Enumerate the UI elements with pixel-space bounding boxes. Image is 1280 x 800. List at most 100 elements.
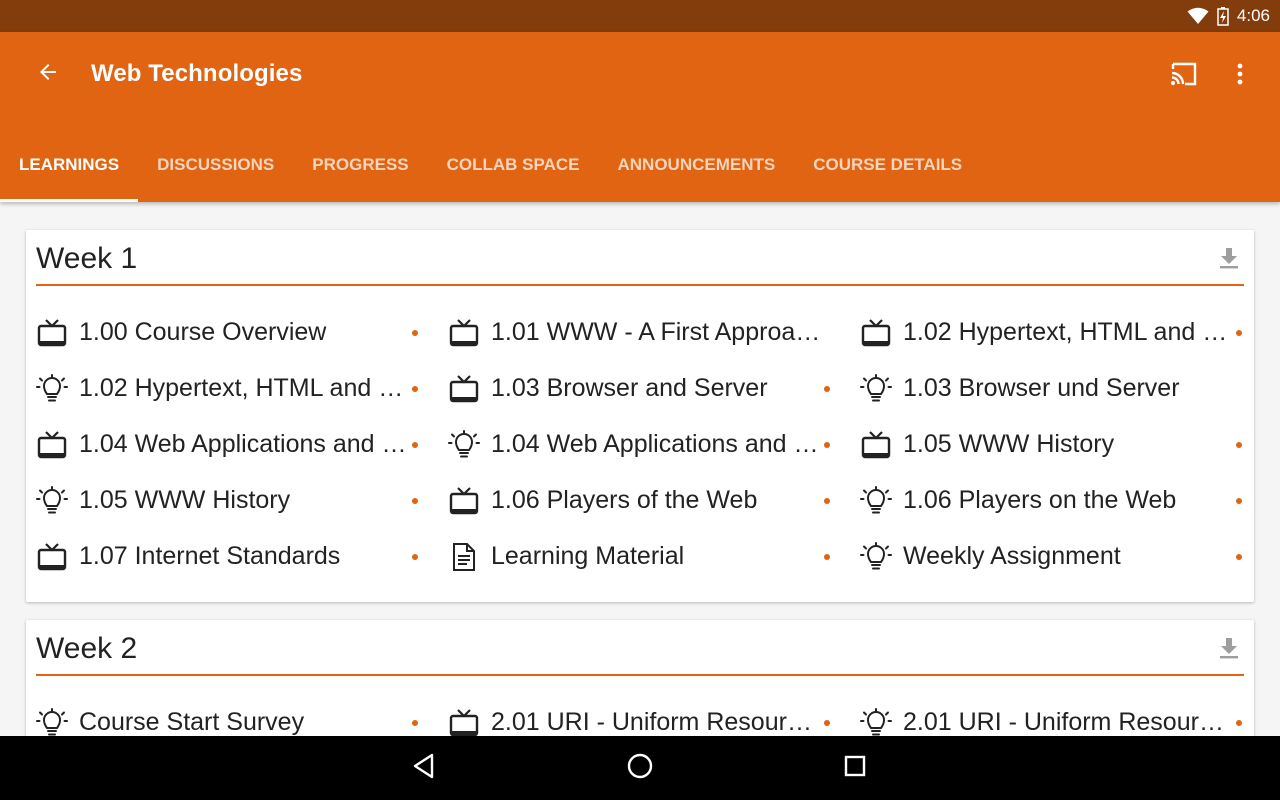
learning-item[interactable]: 1.05 WWW History bbox=[860, 416, 1252, 472]
week-card: Week 2 Course Start Survey 2.01 URI - Uni… bbox=[26, 620, 1254, 736]
unvisited-dot-icon bbox=[412, 330, 418, 336]
status-bar: 4:06 bbox=[0, 0, 1280, 32]
cast-icon bbox=[1169, 61, 1199, 92]
video-icon bbox=[448, 486, 480, 516]
lightbulb-icon bbox=[36, 708, 68, 736]
unvisited-dot-icon bbox=[824, 554, 830, 560]
unvisited-dot-icon bbox=[1236, 554, 1242, 560]
learning-item[interactable]: 1.03 Browser und Server bbox=[860, 360, 1252, 416]
tab-learnings[interactable]: LEARNINGS bbox=[0, 128, 139, 202]
learning-item-label: Weekly Assignment bbox=[903, 542, 1121, 570]
learning-item[interactable]: 1.06 Players on the Web bbox=[860, 472, 1252, 528]
learning-item-label: 1.03 Browser and Server bbox=[491, 374, 768, 402]
tab-progress[interactable]: PROGRESS bbox=[293, 128, 427, 202]
learning-item-label: 2.01 URI - Uniform Resource Identifier bbox=[491, 708, 821, 736]
learning-item[interactable]: 1.05 WWW History bbox=[36, 472, 428, 528]
learning-item[interactable]: Learning Material bbox=[448, 528, 840, 584]
unvisited-dot-icon bbox=[412, 554, 418, 560]
unvisited-dot-icon bbox=[412, 386, 418, 392]
battery-icon bbox=[1217, 6, 1229, 26]
back-button[interactable] bbox=[28, 54, 68, 94]
lightbulb-icon bbox=[860, 708, 892, 736]
unvisited-dot-icon bbox=[412, 720, 418, 726]
learning-item[interactable]: 1.01 WWW - A First Approach bbox=[448, 304, 840, 360]
nav-back-button[interactable] bbox=[404, 748, 444, 788]
learning-item-label: Learning Material bbox=[491, 542, 685, 570]
learning-item[interactable]: 1.04 Web Applications and Services bbox=[448, 416, 840, 472]
lightbulb-icon bbox=[36, 486, 68, 516]
learning-item[interactable]: 1.06 Players of the Web bbox=[448, 472, 840, 528]
learning-item-label: 1.06 Players of the Web bbox=[491, 486, 758, 514]
lightbulb-icon bbox=[448, 430, 480, 460]
lightbulb-icon bbox=[860, 542, 892, 572]
week-card: Week 1 1.00 Course Overview 1.01 WWW - A … bbox=[26, 230, 1254, 602]
tab-bar: LEARNINGS DISCUSSIONS PROGRESS COLLAB SP… bbox=[0, 128, 981, 202]
video-icon bbox=[448, 318, 480, 348]
learning-item-label: 1.02 Hypertext, HTML and URL bbox=[903, 318, 1233, 346]
app-bar: Web Technologies LEARNINGS DISCUSSIONS P… bbox=[0, 32, 1280, 202]
tab-discussions[interactable]: DISCUSSIONS bbox=[138, 128, 293, 202]
unvisited-dot-icon bbox=[824, 442, 830, 448]
learning-item[interactable]: 1.04 Web Applications and Services bbox=[36, 416, 428, 472]
lightbulb-icon bbox=[36, 374, 68, 404]
circle-home-icon bbox=[626, 752, 654, 785]
learning-item-label: Course Start Survey bbox=[79, 708, 305, 736]
unvisited-dot-icon bbox=[412, 442, 418, 448]
learning-item-label: 1.04 Web Applications and Services bbox=[79, 430, 409, 458]
video-icon bbox=[36, 318, 68, 348]
learning-item[interactable]: 1.03 Browser and Server bbox=[448, 360, 840, 416]
tab-collab-space[interactable]: COLLAB SPACE bbox=[428, 128, 599, 202]
more-vert-icon bbox=[1237, 63, 1243, 90]
nav-home-button[interactable] bbox=[620, 748, 660, 788]
learning-item[interactable]: 1.07 Internet Standards bbox=[36, 528, 428, 584]
video-icon bbox=[860, 430, 892, 460]
learning-item-label: 1.06 Players on the Web bbox=[903, 486, 1177, 514]
download-icon bbox=[1219, 247, 1239, 274]
video-icon bbox=[36, 542, 68, 572]
learning-item[interactable]: Weekly Assignment bbox=[860, 528, 1252, 584]
lightbulb-icon bbox=[860, 374, 892, 404]
download-button[interactable] bbox=[1216, 246, 1242, 274]
more-options-button[interactable] bbox=[1222, 56, 1258, 96]
learning-item-label: 1.05 WWW History bbox=[903, 430, 1115, 458]
document-icon bbox=[448, 542, 480, 572]
learning-item[interactable]: 2.01 URI - Uniform Resource Identifier bbox=[860, 694, 1252, 736]
download-icon bbox=[1219, 637, 1239, 664]
video-icon bbox=[860, 318, 892, 348]
unvisited-dot-icon bbox=[1236, 498, 1242, 504]
unvisited-dot-icon bbox=[1236, 720, 1242, 726]
learning-item[interactable]: 1.00 Course Overview bbox=[36, 304, 428, 360]
triangle-back-icon bbox=[412, 753, 436, 784]
video-icon bbox=[448, 708, 480, 736]
nav-recents-button[interactable] bbox=[835, 748, 875, 788]
system-nav-bar bbox=[0, 736, 1280, 800]
learning-item[interactable]: 2.01 URI - Uniform Resource Identifier bbox=[448, 694, 840, 736]
status-icons: 4:06 bbox=[1187, 0, 1270, 32]
unvisited-dot-icon bbox=[824, 498, 830, 504]
arrow-left-icon bbox=[36, 60, 60, 89]
download-button[interactable] bbox=[1216, 636, 1242, 664]
learning-item[interactable]: Course Start Survey bbox=[36, 694, 428, 736]
lightbulb-icon bbox=[860, 486, 892, 516]
week-title: Week 1 bbox=[36, 242, 138, 275]
unvisited-dot-icon bbox=[824, 386, 830, 392]
learning-item[interactable]: 1.02 Hypertext, HTML and URL bbox=[860, 304, 1252, 360]
unvisited-dot-icon bbox=[1236, 442, 1242, 448]
unvisited-dot-icon bbox=[1236, 330, 1242, 336]
video-icon bbox=[448, 374, 480, 404]
video-icon bbox=[36, 430, 68, 460]
cast-button[interactable] bbox=[1164, 56, 1204, 96]
learning-item-label: 1.02 Hypertext, HTML and URL bbox=[79, 374, 409, 402]
learnings-content[interactable]: Week 1 1.00 Course Overview 1.01 WWW - A … bbox=[0, 202, 1280, 736]
page-title: Web Technologies bbox=[91, 60, 303, 87]
tab-announcements[interactable]: ANNOUNCEMENTS bbox=[598, 128, 794, 202]
unvisited-dot-icon bbox=[412, 498, 418, 504]
tab-course-details[interactable]: COURSE DETAILS bbox=[794, 128, 981, 202]
learning-item-label: 1.03 Browser und Server bbox=[903, 374, 1180, 402]
learning-item[interactable]: 1.02 Hypertext, HTML and URL bbox=[36, 360, 428, 416]
learning-item-label: 1.00 Course Overview bbox=[79, 318, 327, 346]
week-header: Week 1 bbox=[36, 230, 1244, 286]
wifi-icon bbox=[1187, 7, 1209, 25]
week-title: Week 2 bbox=[36, 632, 138, 665]
status-time: 4:06 bbox=[1236, 6, 1270, 25]
